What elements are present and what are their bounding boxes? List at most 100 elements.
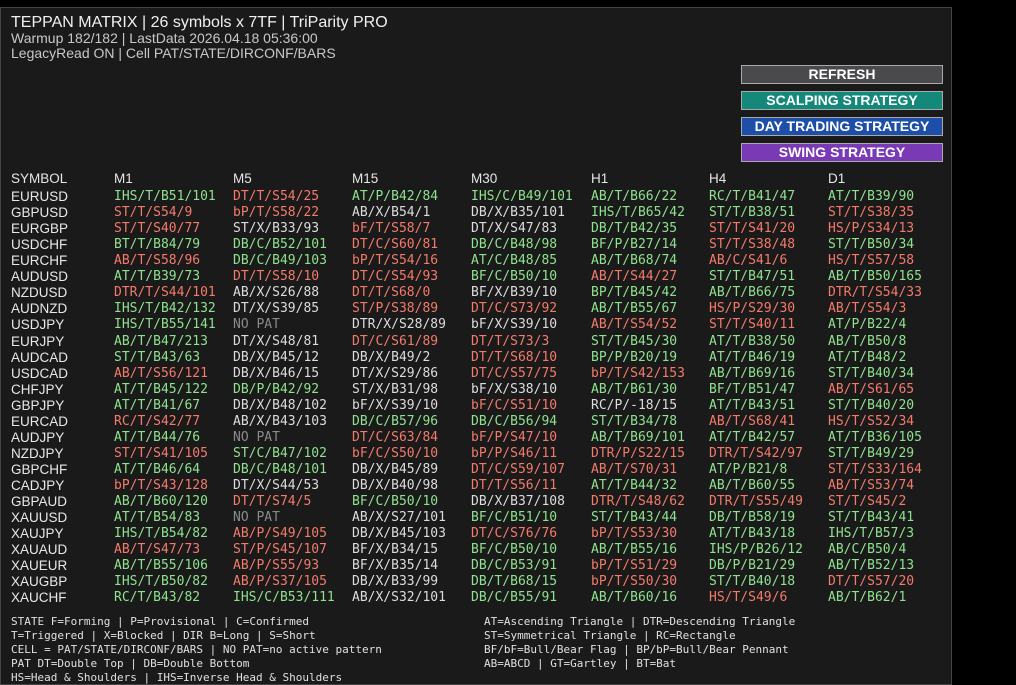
pattern-cell: HS/P/S29/30 — [709, 301, 796, 317]
pattern-cell: AT/T/B39/73 — [114, 269, 201, 285]
pattern-cell: AB/T/B55/106 — [114, 558, 208, 574]
pattern-cell: AB/T/B52/13 — [828, 558, 915, 574]
pattern-cell: BP/T/B45/42 — [591, 285, 678, 301]
pattern-cell: AB/T/B69/101 — [591, 429, 685, 445]
warmup-status: Warmup 182/182 | LastData 2026.04.18 05:… — [11, 30, 318, 46]
pattern-cell: DTR/T/S42/97 — [709, 445, 803, 461]
pattern-cell: DT/C/S73/92 — [471, 301, 558, 317]
pattern-cell: AB/T/S58/96 — [114, 253, 201, 269]
pattern-cell: IHS/T/B54/82 — [114, 526, 208, 541]
legend-line: AB=ABCD | GT=Gartley | BT=Bat — [484, 657, 677, 670]
day-trading-strategy-button[interactable]: DAY TRADING STRATEGY — [741, 117, 943, 136]
pattern-cell: DT/C/S63/84 — [352, 429, 439, 445]
pattern-cell: ST/T/S33/164 — [828, 461, 922, 477]
pattern-cell: bF/X/S38/10 — [471, 381, 558, 397]
pattern-cell: BF/X/B39/10 — [471, 285, 558, 301]
pattern-cell: AB/X/S27/101 — [352, 510, 446, 525]
pattern-cell: AT/T/B46/64 — [114, 461, 201, 477]
pattern-cell: BF/X/B34/15 — [352, 542, 439, 558]
pattern-cell: bF/P/S47/10 — [471, 429, 558, 445]
pattern-cell: HS/P/S34/13 — [828, 221, 915, 237]
pattern-cell: DT/C/S61/89 — [352, 333, 439, 349]
pattern-cell: ST/T/B40/34 — [828, 365, 915, 381]
pattern-cell: ST/T/B34/78 — [591, 413, 678, 429]
pattern-cell: AT/T/B41/67 — [114, 397, 201, 413]
pattern-cell: AB/X/S26/88 — [233, 285, 320, 301]
pattern-cell: BF/C/B50/10 — [352, 493, 439, 509]
pattern-cell: DB/X/B45/103 — [352, 526, 446, 541]
pattern-cell: AT/T/B39/90 — [828, 189, 915, 204]
pattern-cell: DB/C/B55/91 — [471, 590, 558, 606]
pattern-cell: AB/T/S61/65 — [828, 381, 915, 397]
pattern-cell: DT/C/S54/93 — [352, 269, 439, 285]
pattern-cell: bP/T/S43/128 — [114, 477, 208, 493]
pattern-cell: BF/C/B50/10 — [471, 542, 558, 558]
pattern-cell: IHS/T/B65/42 — [591, 205, 685, 221]
pattern-cell: DT/T/S74/5 — [233, 493, 312, 509]
pattern-cell: DB/C/B48/101 — [233, 461, 327, 477]
pattern-cell: DB/X/B45/12 — [233, 349, 320, 365]
pattern-cell: BF/P/B27/14 — [591, 237, 678, 253]
pattern-cell: RC/P/-18/15 — [591, 397, 678, 413]
legend-line: PAT DT=Double Top | DB=Double Bottom — [11, 657, 250, 670]
pattern-cell: DT/T/S56/11 — [471, 477, 558, 493]
pattern-cell: DT/X/S39/85 — [233, 301, 320, 317]
pattern-cell: DB/T/B58/19 — [709, 510, 796, 525]
pattern-cell: AB/T/B69/16 — [709, 365, 796, 381]
legend-line: T=Triggered | X=Blocked | DIR B=Long | S… — [11, 629, 316, 642]
swing-strategy-button[interactable]: SWING STRATEGY — [741, 143, 943, 162]
pattern-cell: AB/P/S55/93 — [233, 558, 320, 574]
pattern-cell: DT/C/S76/76 — [471, 526, 558, 541]
symbol-label: AUDUSD — [11, 269, 69, 285]
pattern-cell: AB/T/S68/41 — [709, 413, 796, 429]
pattern-cell: ST/T/S41/105 — [114, 445, 208, 461]
pattern-cell: ST/T/B47/51 — [709, 269, 796, 285]
symbol-label: AUDJPY — [11, 429, 65, 445]
pattern-cell: IHS/T/B57/3 — [828, 526, 915, 541]
pattern-cell: DB/X/B46/15 — [233, 365, 320, 381]
pattern-cell: DTR/X/S28/89 — [352, 317, 446, 333]
pattern-cell: AT/P/B22/4 — [828, 317, 907, 333]
pattern-cell: AB/T/S44/27 — [591, 269, 678, 285]
scalping-strategy-button[interactable]: SCALPING STRATEGY — [741, 91, 943, 110]
pattern-cell: AB/T/S53/74 — [828, 477, 915, 493]
pattern-cell: AT/T/B44/32 — [591, 477, 678, 493]
pattern-cell: AB/T/B66/75 — [709, 285, 796, 301]
pattern-cell: RC/T/S42/77 — [114, 413, 201, 429]
refresh-button[interactable]: REFRESH — [741, 65, 943, 84]
pattern-cell: DT/T/S54/25 — [233, 189, 320, 204]
symbol-label: EURCAD — [11, 413, 69, 429]
pattern-cell: ST/T/B43/63 — [114, 349, 201, 365]
pattern-cell: DT/X/S47/83 — [471, 221, 558, 237]
symbol-label: GBPUSD — [11, 205, 69, 221]
pattern-cell: bP/T/S50/30 — [591, 574, 678, 590]
legend-line: AT=Ascending Triangle | DTR=Descending T… — [484, 615, 796, 628]
pattern-cell: IHS/C/B53/111 — [233, 590, 335, 606]
pattern-cell: AB/T/B55/67 — [591, 301, 678, 317]
pattern-cell: ST/T/S40/11 — [709, 317, 796, 333]
pattern-cell: AT/T/B46/19 — [709, 349, 796, 365]
pattern-cell: DTR/P/S22/15 — [591, 445, 685, 461]
column-header-m15: M15 — [352, 171, 379, 186]
column-header-symbol: SYMBOL — [11, 171, 68, 186]
pattern-cell: NO PAT — [233, 510, 280, 525]
pattern-cell: AB/T/B68/74 — [591, 253, 678, 269]
symbol-label: XAUJPY — [11, 526, 64, 541]
pattern-cell: bP/T/S54/16 — [352, 253, 439, 269]
pattern-cell: AB/T/B60/120 — [114, 493, 208, 509]
pattern-cell: ST/T/S40/77 — [114, 221, 201, 237]
pattern-cell: AB/T/S47/73 — [114, 542, 201, 558]
pattern-cell: bP/T/S53/30 — [591, 526, 678, 541]
pattern-cell: AB/T/B50/165 — [828, 269, 922, 285]
pattern-cell: DB/X/B33/99 — [352, 574, 439, 590]
symbol-label: EURUSD — [11, 189, 69, 204]
pattern-cell: DTR/T/S44/101 — [114, 285, 216, 301]
symbol-label: AUDNZD — [11, 301, 68, 317]
pattern-cell: DB/X/B48/102 — [233, 397, 327, 413]
column-header-m30: M30 — [471, 171, 498, 186]
pattern-cell: IHS/P/B26/12 — [709, 542, 803, 558]
symbol-label: USDJPY — [11, 317, 65, 333]
symbol-label: NZDJPY — [11, 445, 64, 461]
pattern-cell: DT/C/S59/107 — [471, 461, 565, 477]
legend-line: ST=Symmetrical Triangle | RC=Rectangle — [484, 629, 736, 642]
